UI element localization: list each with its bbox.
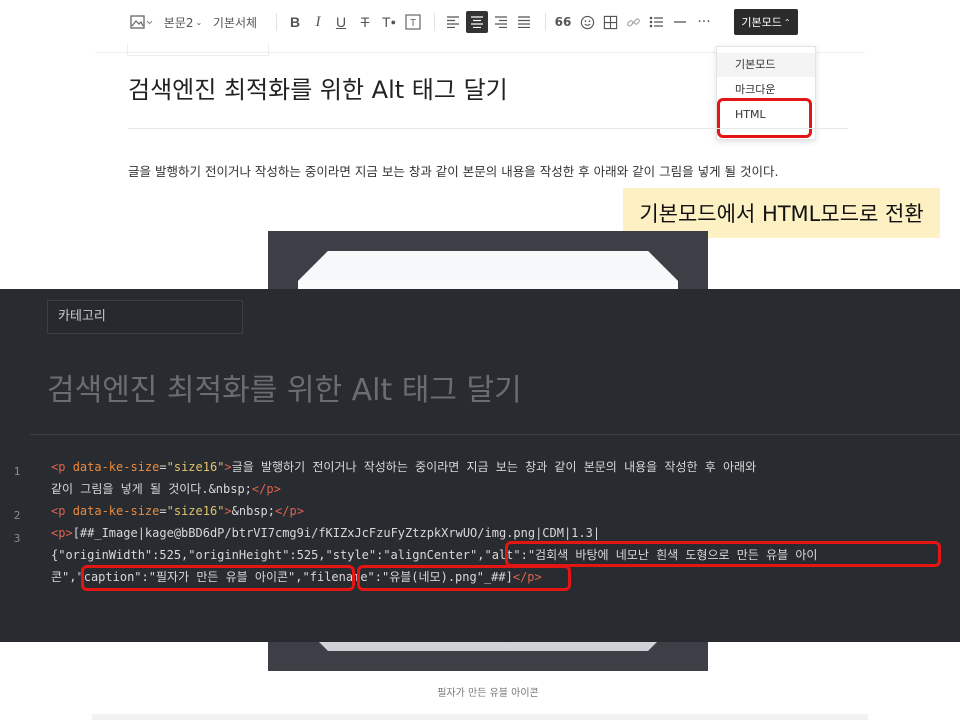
code-token: data-ke-size — [72, 460, 160, 474]
link-icon[interactable] — [624, 12, 642, 32]
font-family-label: 기본서체 — [212, 15, 258, 30]
chevron-down-icon: ⌄ — [195, 17, 203, 27]
code-token: <p — [51, 460, 73, 474]
quote-label: 66 — [554, 15, 572, 29]
line-number: 1 — [13, 465, 21, 478]
align-justify-icon[interactable] — [515, 12, 533, 32]
align-left-icon[interactable] — [444, 12, 462, 32]
category-select[interactable]: 카테고리 — [47, 300, 243, 334]
alt-highlight — [505, 541, 941, 567]
text-color-icon[interactable]: T ● — [379, 12, 399, 32]
italic-icon[interactable]: I — [309, 12, 327, 32]
filename-highlight — [357, 565, 571, 591]
title-divider — [128, 128, 848, 129]
align-right-icon[interactable] — [492, 12, 510, 32]
font-family-select[interactable]: 기본서체 — [211, 12, 259, 32]
text-background-icon[interactable]: T — [404, 12, 422, 32]
code-token: {"originWidth":525,"originHeight":525,"s… — [51, 548, 485, 562]
code-line-1-wrap[interactable]: 같이 그림을 넣게 될 것이다.&nbsp;</p> — [51, 478, 956, 500]
code-token: <p — [51, 504, 73, 518]
code-line-1[interactable]: <p data-ke-size="size16">글을 발행하기 전이거나 작성… — [51, 456, 956, 478]
chevron-up-icon: ⌃ — [783, 17, 791, 27]
line-number: 2 — [13, 509, 21, 522]
editor-mode-label: 기본모드 — [741, 16, 782, 29]
align-center-icon[interactable] — [466, 11, 488, 33]
code-token: = — [159, 504, 167, 518]
caption-highlight — [81, 565, 355, 591]
underline-icon[interactable]: U — [332, 12, 350, 32]
code-token: "size16" — [166, 460, 225, 474]
image-caption: 필자가 만든 유블 아이콘 — [437, 688, 539, 699]
code-token: </p> — [251, 482, 281, 496]
image-insert-icon[interactable] — [130, 12, 154, 32]
editor-mode-button[interactable]: 기본모드 ⌃ — [734, 9, 798, 35]
code-token: > — [224, 504, 232, 518]
strikethrough-icon[interactable]: T — [356, 12, 374, 32]
code-line-2[interactable]: <p data-ke-size="size16">&nbsp;</p> — [51, 500, 956, 522]
table-icon[interactable] — [601, 12, 619, 32]
code-token: 글을 발행하기 전이거나 작성하는 중이라면 지금 보는 창과 같이 본문의 내… — [231, 460, 757, 474]
quote-icon[interactable]: 66 — [554, 12, 572, 32]
bullet-list-icon[interactable] — [647, 12, 665, 32]
html-mode-title[interactable]: 검색엔진 최적화를 위한 Alt 태그 달기 — [47, 365, 522, 409]
toolbar-divider — [434, 13, 435, 31]
html-mode-divider — [30, 434, 960, 435]
toolbar-divider — [545, 13, 546, 31]
code-token: "size16" — [166, 504, 225, 518]
code-token: > — [224, 460, 232, 474]
alt-attribute-token: 콘", — [51, 570, 77, 584]
code-token: = — [159, 460, 167, 474]
code-token: data-ke-size — [72, 504, 160, 518]
svg-text:T: T — [410, 18, 416, 29]
code-token: 같이 그림을 넣게 될 것이다.&nbsp; — [51, 482, 252, 496]
post-title[interactable]: 검색엔진 최적화를 위한 Alt 태그 달기 — [128, 70, 508, 105]
bold-icon[interactable]: B — [286, 12, 304, 32]
category-box-edge — [127, 44, 269, 56]
editor-toolbar: 본문2 ⌄ 기본서체 B I U T T ● T 66 ··· 기본모드 ⌃ — [0, 0, 960, 44]
paragraph-style-label: 본문2 — [163, 15, 194, 30]
html-option-highlight — [717, 98, 812, 138]
mode-option-basic[interactable]: 기본모드 — [717, 53, 815, 77]
paragraph-style-select[interactable]: 본문2 ⌄ — [163, 12, 203, 32]
code-token: &nbsp; — [231, 504, 276, 518]
emoji-icon[interactable] — [578, 12, 596, 32]
more-options-icon[interactable]: ··· — [695, 12, 713, 32]
html-mode-editor: 카테고리 검색엔진 최적화를 위한 Alt 태그 달기 1 2 3 <p dat… — [0, 289, 960, 642]
code-token: <p> — [51, 526, 73, 540]
post-paragraph[interactable]: 글을 발행하기 전이거나 작성하는 중이라면 지금 보는 창과 같이 본문의 내… — [128, 160, 858, 184]
footer-bar — [92, 714, 868, 720]
code-token: [##_Image|kage@bBD6dP/btrVI7cmg9i/fKIZxJ… — [72, 526, 601, 540]
horizontal-line-icon[interactable] — [671, 12, 689, 32]
code-token: </p> — [275, 504, 304, 518]
line-number: 3 — [13, 532, 21, 545]
toolbar-divider — [276, 13, 277, 31]
